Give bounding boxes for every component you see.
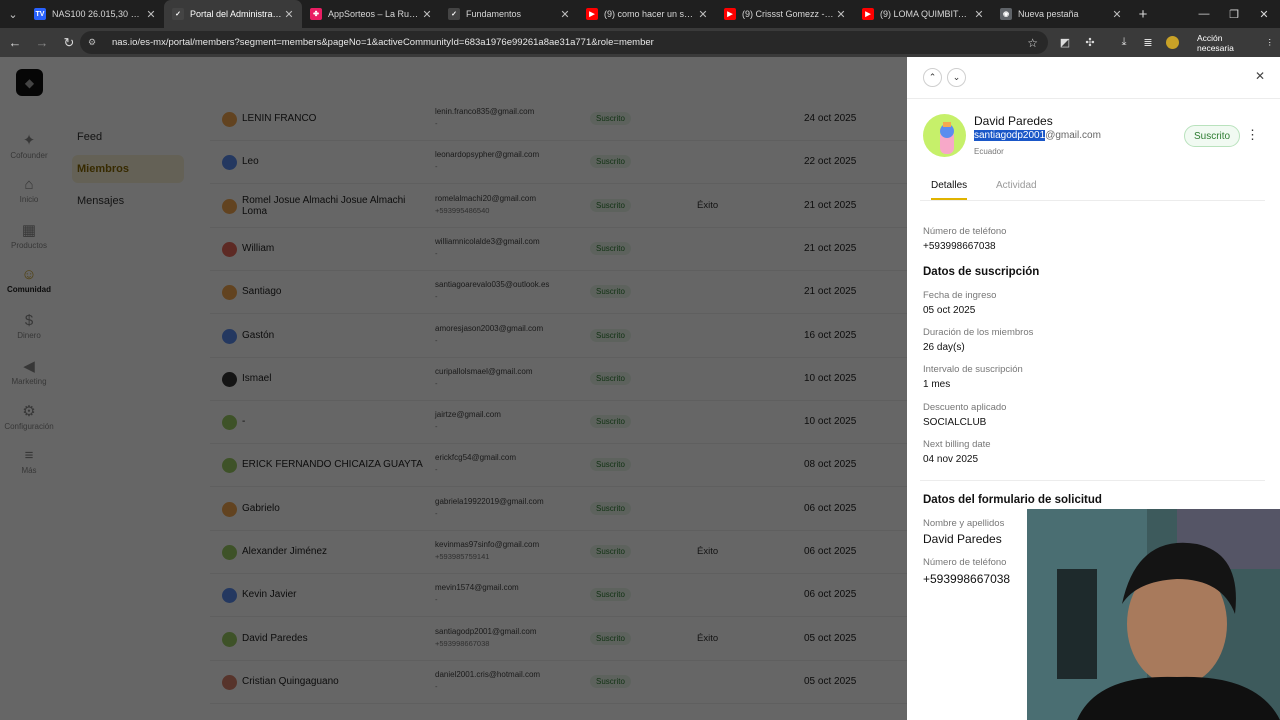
form-phone-value: +593998667038 <box>923 572 1011 586</box>
browser-tab[interactable]: ▶ (9) como hacer un sorteo…✕ <box>578 0 716 28</box>
join-date-value: 05 oct 2025 <box>923 305 976 316</box>
next-billing-label: Next billing date <box>923 439 991 450</box>
discount-label: Descuento aplicado <box>923 402 1007 413</box>
action-needed-button[interactable]: Acción necesaria ⋮ <box>1191 33 1280 53</box>
youtube-icon: ▶ <box>862 8 874 20</box>
chrome-icon: ◉ <box>1000 8 1012 20</box>
section-divider <box>920 480 1265 481</box>
tab-search-icon[interactable]: ⌄ <box>0 0 26 28</box>
forward-icon[interactable]: → <box>30 31 54 55</box>
tab-close-icon[interactable]: ✕ <box>696 8 710 21</box>
bookmark-star-icon[interactable]: ☆ <box>1027 36 1038 50</box>
member-name: David Paredes <box>974 114 1053 128</box>
tab-label: Portal del Administrador de… <box>190 9 282 19</box>
webcam-person-image <box>1027 509 1280 720</box>
site-info-icon[interactable]: ⚙ <box>88 37 102 48</box>
member-avatar <box>923 114 966 157</box>
browser-menu-icon[interactable]: ⋮ <box>1266 37 1275 48</box>
drawer-header: ⌃ ⌄ ✕ <box>907 57 1280 99</box>
tab-close-icon[interactable]: ✕ <box>1110 8 1124 21</box>
tab-label: NAS100 26.015,30 ▲ +0.0… <box>52 9 144 19</box>
restore-icon[interactable]: ❐ <box>1218 0 1250 28</box>
selected-text: santiagodp2001 <box>974 130 1046 141</box>
phone-label: Número de teléfono <box>923 226 1007 237</box>
previous-member-icon[interactable]: ⌃ <box>923 68 942 87</box>
interval-value: 1 mes <box>923 379 951 390</box>
duration-value: 26 day(s) <box>923 342 965 353</box>
interval-label: Intervalo de suscripción <box>923 364 1023 375</box>
download-icon[interactable]: ⤓ <box>1115 33 1133 51</box>
fullname-value: David Paredes <box>923 532 1002 546</box>
fullname-label: Nombre y apellidos <box>923 518 1005 529</box>
member-email: santiagodp2001@gmail.com <box>974 130 1101 141</box>
tab-close-icon[interactable]: ✕ <box>834 8 848 21</box>
tab-activity[interactable]: Actividad <box>996 180 1037 198</box>
youtube-icon: ▶ <box>586 8 598 20</box>
application-form-title: Datos del formulario de solicitud <box>923 494 1102 506</box>
close-icon[interactable]: ✕ <box>1255 69 1265 83</box>
tab-close-icon[interactable]: ✕ <box>144 8 158 21</box>
browser-tab[interactable]: ✓ Fundamentos ✕ <box>440 0 578 28</box>
avatar-illustration <box>940 122 954 154</box>
form-phone-label: Número de teléfono <box>923 557 1007 568</box>
member-country: Ecuador <box>974 147 1004 156</box>
webcam-shelf <box>1057 569 1097 679</box>
next-billing-value: 04 nov 2025 <box>923 454 979 465</box>
tab-close-icon[interactable]: ✕ <box>420 8 434 21</box>
tab-label: (9) como hacer un sorteo… <box>604 9 696 19</box>
browser-tab-bar: ⌄ TVNAS100 26.015,30 ▲ +0.0…✕✓Portal del… <box>0 0 1280 28</box>
browser-tab[interactable]: ✓ Portal del Administrador de…✕ <box>164 0 302 28</box>
next-member-icon[interactable]: ⌄ <box>947 68 966 87</box>
url-text: nas.io/es-mx/portal/members?segment=memb… <box>112 37 654 48</box>
profile-avatar-icon[interactable] <box>1163 33 1181 51</box>
tab-label: Nueva pestaña <box>1018 9 1079 19</box>
browser-tab[interactable]: ▶ (9) Crissst Gomezz - YouT…✕ <box>716 0 854 28</box>
new-tab-button[interactable]: + <box>1130 6 1156 23</box>
tab-label: AppSorteos – La Ruleta de… <box>328 9 420 19</box>
back-icon[interactable]: ← <box>3 31 27 55</box>
tab-label: Fundamentos <box>466 9 522 19</box>
extension-icon[interactable]: ◩ <box>1056 33 1074 51</box>
browser-tab[interactable]: ◉ Nueva pestaña ✕ <box>992 0 1130 28</box>
browser-tab[interactable]: ✤ AppSorteos – La Ruleta de…✕ <box>302 0 440 28</box>
subscription-section-title: Datos de suscripción <box>923 266 1040 278</box>
minimize-icon[interactable]: — <box>1188 0 1220 28</box>
extensions-puzzle-icon[interactable]: ✣ <box>1081 33 1099 51</box>
tab-label: (9) LOMA QUIMBITA CRIS… <box>880 9 972 19</box>
appsorteos-icon: ✤ <box>310 8 322 20</box>
reload-icon[interactable]: ↻ <box>57 31 81 55</box>
more-options-icon[interactable]: ⋮ <box>1246 127 1259 143</box>
tab-close-icon[interactable]: ✕ <box>558 8 572 21</box>
nas-io-icon: ✓ <box>172 8 184 20</box>
media-control-icon[interactable]: ≣ <box>1139 33 1157 51</box>
tab-close-icon[interactable]: ✕ <box>282 8 296 21</box>
tab-details[interactable]: Detalles <box>931 180 968 200</box>
youtube-icon: ▶ <box>724 8 736 20</box>
avatar-hat <box>943 122 951 127</box>
phone-value: +593998667038 <box>923 241 996 252</box>
browser-tab[interactable]: ▶ (9) LOMA QUIMBITA CRIS…✕ <box>854 0 992 28</box>
tab-label: (9) Crissst Gomezz - YouT… <box>742 9 834 19</box>
browser-toolbar: ← → ↻ ⚙ nas.io/es-mx/portal/members?segm… <box>0 28 1280 57</box>
discount-value: SOCIALCLUB <box>923 417 987 428</box>
join-date-label: Fecha de ingreso <box>923 290 997 301</box>
window-close-icon[interactable]: ✕ <box>1248 0 1280 28</box>
status-badge: Suscrito <box>1184 125 1241 147</box>
modal-backdrop[interactable] <box>0 57 907 720</box>
browser-tab[interactable]: TV NAS100 26.015,30 ▲ +0.0…✕ <box>26 0 164 28</box>
address-bar[interactable]: ⚙ nas.io/es-mx/portal/members?segment=me… <box>80 31 1048 54</box>
nas-io-icon: ✓ <box>448 8 460 20</box>
tab-close-icon[interactable]: ✕ <box>972 8 986 21</box>
tab-strip: TVNAS100 26.015,30 ▲ +0.0…✕✓Portal del A… <box>26 0 1130 28</box>
tab-divider <box>920 200 1265 201</box>
duration-label: Duración de los miembros <box>923 327 1034 338</box>
webcam-overlay <box>1027 509 1280 720</box>
tradingview-icon: TV <box>34 8 46 20</box>
